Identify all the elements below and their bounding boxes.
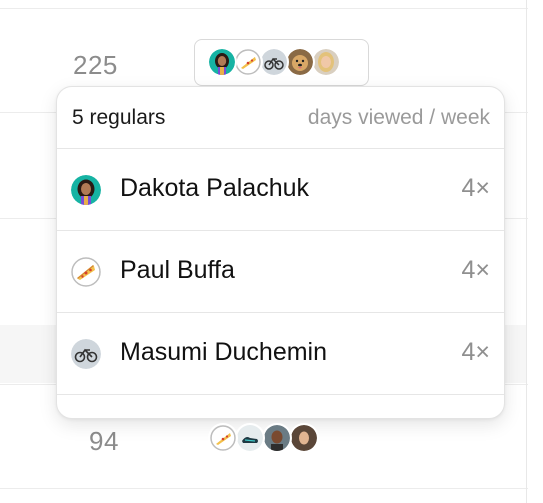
shoe-icon xyxy=(235,423,265,453)
regular-count: 4× xyxy=(461,174,490,202)
regular-name: Paul Buffa xyxy=(120,256,235,284)
regulars-avatar-group[interactable] xyxy=(208,422,328,456)
dog-avatar xyxy=(285,47,315,77)
view-count: 94 xyxy=(89,426,119,456)
pizza-icon xyxy=(233,47,263,77)
avatar xyxy=(289,423,319,453)
regulars-avatar-button[interactable] xyxy=(194,39,369,86)
pizza-icon xyxy=(71,257,101,287)
view-count: 225 xyxy=(73,50,118,80)
regular-name: Dakota Palachuk xyxy=(120,174,310,202)
regular-count: 4× xyxy=(461,256,490,284)
row-divider xyxy=(0,8,528,9)
avatar xyxy=(311,47,341,77)
regular-row[interactable]: Masumi Duchemin 4× xyxy=(57,313,504,395)
pizza-icon xyxy=(208,423,238,453)
regular-name: Masumi Duchemin xyxy=(120,338,328,366)
regular-row[interactable]: Dakota Palachuk 4× xyxy=(57,149,504,231)
popover-title: 5 regulars xyxy=(72,106,166,129)
regulars-popover: 5 regulars days viewed / week Dakota Pal… xyxy=(56,86,505,419)
column-divider xyxy=(526,0,527,503)
avatar xyxy=(207,47,237,77)
popover-header: 5 regulars days viewed / week xyxy=(57,87,504,149)
avatar xyxy=(71,175,101,205)
bicycle-icon xyxy=(71,339,101,369)
row-divider xyxy=(0,488,528,489)
table-background: 225 94 5 regulars days viewed / week Dak… xyxy=(0,0,543,503)
regular-row[interactable]: Paul Buffa 4× xyxy=(57,231,504,313)
popover-subtitle: days viewed / week xyxy=(307,106,490,129)
avatar xyxy=(262,423,292,453)
bicycle-icon xyxy=(259,47,289,77)
regular-count: 4× xyxy=(461,338,490,366)
